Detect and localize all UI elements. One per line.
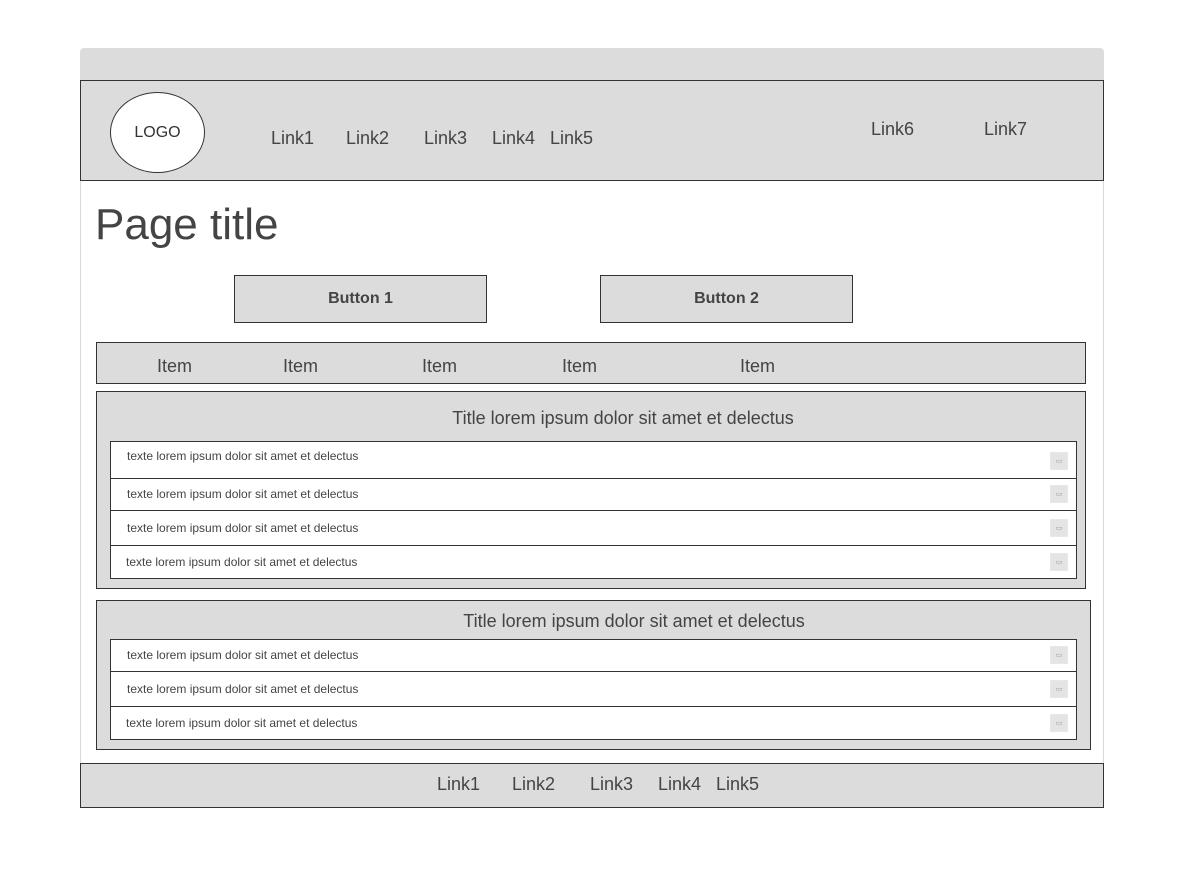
button-2[interactable]: Button 2 [600,275,853,323]
list-item[interactable]: texte lorem ipsum dolor sit amet et dele… [110,478,1077,511]
header-link-5[interactable]: Link5 [550,128,593,149]
item-5[interactable]: Item [740,356,775,377]
footer-link-5[interactable]: Link5 [716,774,759,795]
button-1[interactable]: Button 1 [234,275,487,323]
header-link-2[interactable]: Link2 [346,128,389,149]
panel-2-title: Title lorem ipsum dolor sit amet et dele… [463,611,805,631]
window-icon[interactable]: ▭ [1050,452,1068,470]
header-link-3[interactable]: Link3 [424,128,467,149]
header-link-7[interactable]: Link7 [984,119,1027,140]
panel-1-title: Title lorem ipsum dolor sit amet et dele… [452,408,794,428]
list-item-text: texte lorem ipsum dolor sit amet et dele… [127,682,359,696]
list-item-text: texte lorem ipsum dolor sit amet et dele… [127,487,359,501]
item-3[interactable]: Item [422,356,457,377]
list-item[interactable]: texte lorem ipsum dolor sit amet et dele… [110,510,1077,546]
window-icon[interactable]: ▭ [1050,519,1068,537]
window-icon[interactable]: ▭ [1050,646,1068,664]
window-icon[interactable]: ▭ [1050,680,1068,698]
window-icon[interactable]: ▭ [1050,714,1068,732]
list-item-text: texte lorem ipsum dolor sit amet et dele… [127,648,359,662]
footer-link-1[interactable]: Link1 [437,774,480,795]
list-item[interactable]: texte lorem ipsum dolor sit amet et dele… [110,671,1077,707]
item-4[interactable]: Item [562,356,597,377]
list-item-text: texte lorem ipsum dolor sit amet et dele… [127,449,359,463]
footer-link-4[interactable]: Link4 [658,774,701,795]
window-icon[interactable]: ▭ [1050,485,1068,503]
window-title-bar [80,48,1104,81]
list-item-text: texte lorem ipsum dolor sit amet et dele… [126,716,358,730]
header-link-4[interactable]: Link4 [492,128,535,149]
logo[interactable]: LOGO [110,92,205,173]
page-title: Page title [95,200,279,249]
item-2[interactable]: Item [283,356,318,377]
item-1[interactable]: Item [157,356,192,377]
list-item-text: texte lorem ipsum dolor sit amet et dele… [127,521,359,535]
header-link-1[interactable]: Link1 [271,128,314,149]
footer-link-2[interactable]: Link2 [512,774,555,795]
list-item[interactable]: texte lorem ipsum dolor sit amet et dele… [110,545,1077,579]
list-item[interactable]: texte lorem ipsum dolor sit amet et dele… [110,441,1077,479]
footer-link-3[interactable]: Link3 [590,774,633,795]
list-item[interactable]: texte lorem ipsum dolor sit amet et dele… [110,639,1077,672]
list-item-text: texte lorem ipsum dolor sit amet et dele… [126,555,358,569]
window-icon[interactable]: ▭ [1050,553,1068,571]
list-item[interactable]: texte lorem ipsum dolor sit amet et dele… [110,706,1077,740]
header-link-6[interactable]: Link6 [871,119,914,140]
